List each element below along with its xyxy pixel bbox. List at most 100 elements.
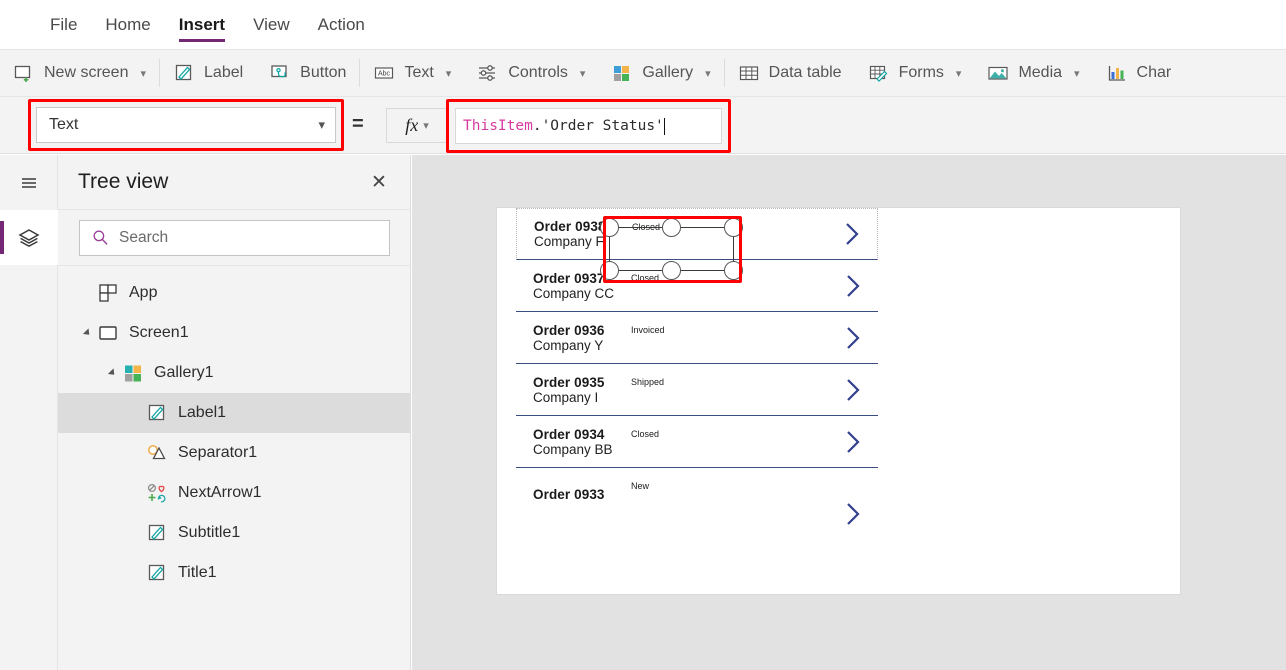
gallery-grid-icon (611, 62, 633, 84)
gallery-row-status[interactable]: Shipped (631, 377, 664, 387)
gallery-row-subtitle: Company Y (533, 337, 604, 353)
new-screen-icon (13, 62, 35, 84)
layers-icon (17, 226, 41, 250)
menu-item-action[interactable]: Action (304, 1, 379, 48)
tree-view-rail-button[interactable] (0, 210, 58, 265)
ribbon-forms[interactable]: Forms ▾ (855, 50, 975, 96)
ribbon-label-text: Label (204, 64, 244, 81)
label-icon (146, 562, 168, 584)
next-arrow-icon[interactable] (843, 377, 864, 403)
twisty-expanded-icon[interactable] (80, 326, 94, 340)
tree-view-header: Tree view ✕ (58, 155, 410, 210)
next-arrow-icon[interactable] (843, 429, 864, 455)
ribbon-button-text: Button (300, 64, 347, 81)
ribbon-data-table[interactable]: Data table (725, 50, 855, 96)
resize-handle-bottom-right[interactable] (724, 261, 743, 280)
text-abc-icon: Abc (373, 62, 395, 84)
ribbon-gallery-text: Gallery (642, 64, 694, 81)
menu-item-file[interactable]: File (36, 1, 91, 48)
menu-item-insert[interactable]: Insert (165, 1, 239, 48)
icons-grid-icon (146, 482, 168, 504)
controls-sliders-icon (477, 62, 499, 84)
tree-node-separator1[interactable]: Separator1 (58, 433, 410, 473)
chevron-down-icon: ▾ (140, 67, 147, 80)
resize-handle-bottom-center[interactable] (662, 261, 681, 280)
tree-node-label1[interactable]: Label1 (58, 393, 410, 433)
resize-handle-top-right[interactable] (724, 218, 743, 237)
resize-handle-top-left[interactable] (600, 218, 619, 237)
chevron-down-icon: ▾ (705, 67, 711, 80)
next-arrow-icon[interactable] (842, 221, 863, 247)
gallery-row-status[interactable]: New (631, 481, 649, 491)
tree-node-app[interactable]: App (58, 273, 410, 313)
menu-label: Insert (178, 14, 226, 34)
tree-node-gallery1[interactable]: Gallery1 (58, 353, 410, 393)
gallery-row-status[interactable]: Invoiced (631, 325, 665, 335)
button-icon (269, 62, 291, 84)
gallery-row-texts: Order 0933 (533, 487, 626, 502)
ribbon-controls[interactable]: Controls ▾ (464, 50, 598, 96)
ribbon-new-screen[interactable]: New screen ▾ (0, 50, 159, 96)
gallery-row-title: Order 0934 (533, 426, 605, 442)
property-dropdown[interactable]: Text ▾ (36, 107, 336, 143)
menu-label: Home (105, 14, 151, 34)
ribbon-text[interactable]: Abc Text ▾ (360, 50, 464, 96)
menu-item-home[interactable]: Home (91, 1, 164, 48)
next-arrow-icon[interactable] (843, 273, 864, 299)
ribbon-charts[interactable]: Char (1093, 50, 1185, 96)
tree-node-screen1[interactable]: Screen1 (58, 313, 410, 353)
formula-token-field: .'Order Status' (532, 118, 664, 134)
resize-handle-bottom-left[interactable] (600, 261, 619, 280)
menu-label: View (253, 14, 290, 34)
chevron-down-icon: ▾ (318, 117, 325, 132)
next-arrow-icon[interactable] (843, 501, 864, 527)
ribbon-label: New screen (44, 64, 129, 81)
gallery-row[interactable]: Order 0933 New (516, 468, 878, 525)
ribbon-controls-text: Controls (508, 64, 568, 81)
tree-node-title1[interactable]: Title1 (58, 553, 410, 593)
gallery-row[interactable]: Order 0934 Company BB Closed (516, 416, 878, 468)
shapes-icon (146, 442, 168, 464)
tree-node-label: Label1 (178, 404, 227, 421)
close-icon[interactable]: ✕ (364, 167, 394, 197)
gallery-row-title: Order 0935 (533, 374, 605, 390)
gallery-row[interactable]: Order 0936 Company Y Invoiced (516, 312, 878, 364)
twisty-expanded-icon[interactable] (105, 366, 119, 380)
gallery-row-title: Order 0933 (533, 486, 605, 502)
tree-node-subtitle1[interactable]: Subtitle1 (58, 513, 410, 553)
search-placeholder: Search (119, 228, 169, 246)
menu-label: Action (317, 14, 365, 34)
menu-item-view[interactable]: View (239, 1, 304, 48)
next-arrow-icon[interactable] (843, 325, 864, 351)
tree-node-label: Gallery1 (154, 364, 214, 381)
canvas-workspace: Order 0938 Company F Closed Order 0937 C… (412, 155, 1286, 670)
ribbon-button[interactable]: Button (256, 50, 359, 96)
ribbon-label[interactable]: Label (160, 50, 256, 96)
gallery-row-texts: Order 0936 Company Y (533, 323, 626, 353)
gallery-row[interactable]: Order 0935 Company I Shipped (516, 364, 878, 416)
tree-node-label: NextArrow1 (178, 484, 262, 501)
ribbon-gallery[interactable]: Gallery ▾ (598, 50, 723, 96)
chevron-down-icon: ▾ (1074, 67, 1080, 80)
tree-node-nextarrow1[interactable]: NextArrow1 (58, 473, 410, 513)
gallery-row-subtitle: Company I (533, 389, 599, 405)
hamburger-menu-button[interactable] (0, 155, 58, 210)
chevron-down-icon: ▾ (423, 120, 429, 132)
left-rail (0, 155, 58, 670)
tree-node-label: App (129, 284, 158, 301)
ribbon-text-text: Text (404, 64, 434, 81)
forms-icon (868, 62, 890, 84)
fx-button[interactable]: fx ▾ (386, 108, 448, 143)
resize-handle-top-center[interactable] (662, 218, 681, 237)
equals-sign: = (352, 113, 364, 135)
formula-token-thisitem: ThisItem (463, 118, 533, 134)
ribbon-media[interactable]: Media ▾ (974, 50, 1092, 96)
formula-input[interactable]: ThisItem .'Order Status' (455, 108, 722, 144)
gallery-row-subtitle: Company BB (533, 441, 613, 457)
search-input[interactable]: Search (79, 219, 390, 256)
tree-view-panel: Tree view ✕ Search App Screen1 Gallery1 … (58, 155, 411, 670)
ribbon-forms-text: Forms (898, 64, 944, 81)
label-icon (146, 522, 168, 544)
data-table-icon (738, 62, 760, 84)
gallery-row-status[interactable]: Closed (631, 429, 659, 439)
